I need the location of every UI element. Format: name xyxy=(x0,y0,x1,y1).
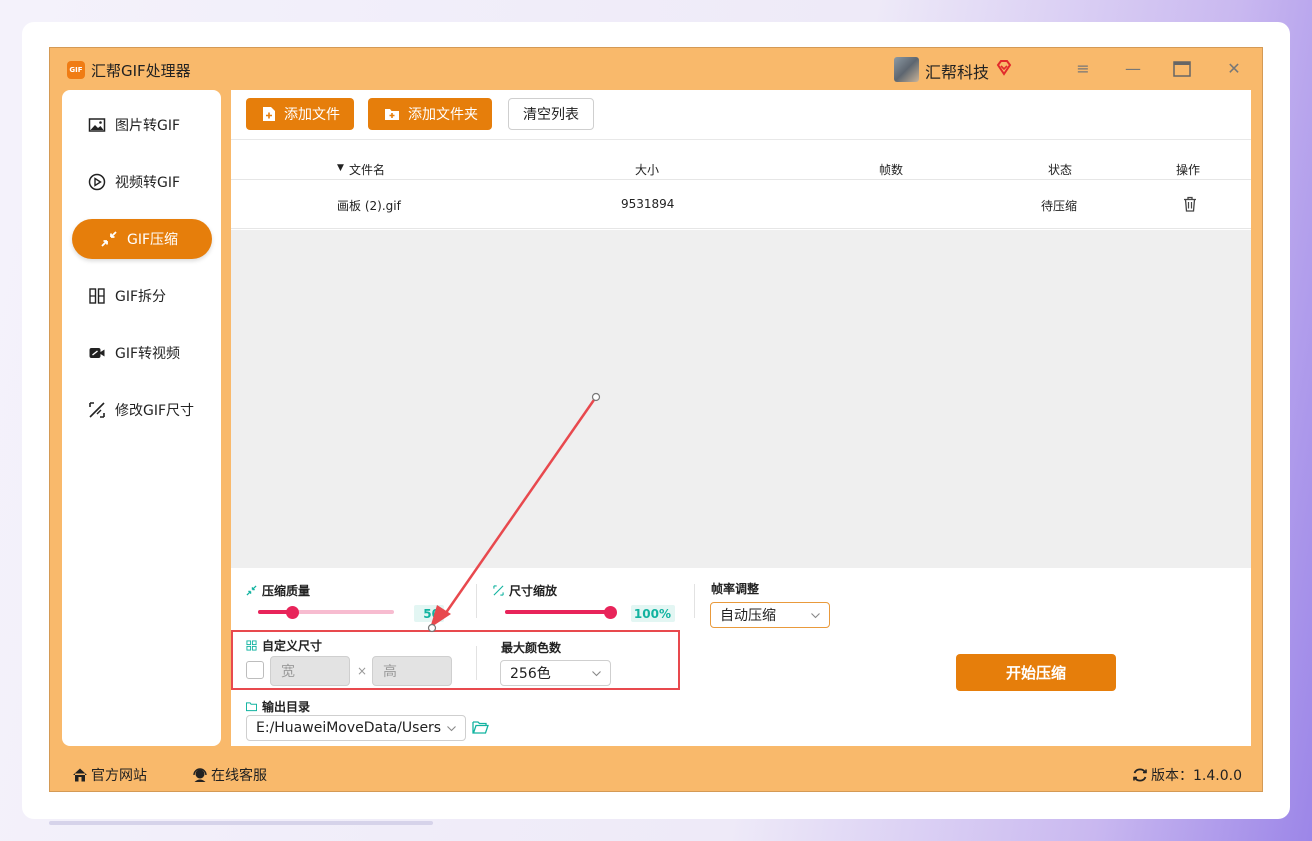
quality-value: 50 xyxy=(414,605,444,622)
framerate-selected: 自动压缩 xyxy=(720,608,776,624)
output-path-select[interactable]: E:/HuaweiMoveData/Users xyxy=(246,715,466,741)
trash-icon[interactable] xyxy=(1183,196,1197,212)
folder-open-icon[interactable] xyxy=(472,720,489,734)
scale-label: 尺寸缩放 xyxy=(493,582,557,599)
chevron-down-icon xyxy=(811,613,820,619)
official-website-link[interactable]: 官方网站 xyxy=(72,765,147,785)
split-icon xyxy=(89,288,105,304)
column-header-filename[interactable]: 文件名 xyxy=(349,161,385,178)
resize-icon xyxy=(89,402,105,418)
support-label: 在线客服 xyxy=(211,768,267,784)
add-file-icon xyxy=(263,107,275,121)
sidebar-item-label: 图片转GIF xyxy=(115,118,181,134)
app-title: 汇帮GIF处理器 xyxy=(91,62,191,80)
file-list-empty-area xyxy=(231,230,1251,568)
add-folder-button[interactable]: 添加文件夹 xyxy=(368,98,492,130)
title-bar: GIF 汇帮GIF处理器 汇帮科技 ≡ — ✕ xyxy=(50,48,1262,90)
column-header-frames[interactable]: 帧数 xyxy=(879,161,903,178)
table-header: ▼ 文件名 大小 帧数 状态 操作 xyxy=(231,158,1251,180)
framerate-label: 帧率调整 xyxy=(711,582,760,596)
scale-label-text: 尺寸缩放 xyxy=(509,584,558,598)
sidebar-item-image-to-gif[interactable]: 图片转GIF xyxy=(72,105,212,145)
vip-diamond-icon[interactable] xyxy=(994,58,1014,78)
status-bar: 官方网站 在线客服 版本：1.4.0.0 xyxy=(50,753,1262,793)
sidebar-item-gif-split[interactable]: GIF拆分 xyxy=(72,276,212,316)
column-header-actions: 操作 xyxy=(1176,163,1201,177)
cell-filename: 画板 (2).gif xyxy=(337,199,401,213)
sidebar: 图片转GIF 视频转GIF GIF压缩 GIF拆分 GIF转视频 修改GIF尺寸 xyxy=(62,90,221,746)
add-folder-label: 添加文件夹 xyxy=(408,107,478,123)
version-info[interactable]: 版本：1.4.0.0 xyxy=(1132,765,1242,785)
scale-slider[interactable] xyxy=(505,610,610,614)
app-window: GIF 汇帮GIF处理器 汇帮科技 ≡ — ✕ 图片转GIF 视频转GIF GI… xyxy=(49,47,1263,792)
online-support-link[interactable]: 在线客服 xyxy=(192,765,267,785)
scale-value: 100% xyxy=(631,605,675,622)
sort-desc-icon[interactable]: ▼ xyxy=(337,163,344,173)
divider xyxy=(476,584,477,618)
table-row[interactable]: 画板 (2).gif 9531894 待压缩 xyxy=(231,181,1251,229)
quality-label-text: 压缩质量 xyxy=(262,584,311,598)
quality-slider-thumb[interactable] xyxy=(285,606,299,619)
add-file-button[interactable]: 添加文件 xyxy=(246,98,354,130)
column-header-status[interactable]: 状态 xyxy=(1048,161,1072,178)
toolbar: 添加文件 添加文件夹 清空列表 xyxy=(231,90,1251,140)
add-folder-icon xyxy=(385,109,399,120)
scale-slider-thumb[interactable] xyxy=(603,606,617,619)
avatar[interactable] xyxy=(894,57,919,82)
sidebar-item-label: 视频转GIF xyxy=(115,175,181,191)
clear-list-button[interactable]: 清空列表 xyxy=(508,98,594,130)
website-label: 官方网站 xyxy=(91,768,147,784)
sidebar-item-label: GIF拆分 xyxy=(115,289,167,305)
divider xyxy=(694,584,695,618)
sidebar-item-gif-to-video[interactable]: GIF转视频 xyxy=(72,333,212,373)
image-icon xyxy=(88,118,106,132)
quality-slider[interactable] xyxy=(258,610,394,614)
column-header-size[interactable]: 大小 xyxy=(635,161,659,178)
folder-small-icon xyxy=(246,702,257,712)
cell-size: 9531894 xyxy=(621,197,675,211)
output-label: 输出目录 xyxy=(246,698,310,715)
user-name[interactable]: 汇帮科技 xyxy=(925,59,989,83)
app-logo-icon: GIF xyxy=(67,61,85,79)
sidebar-item-gif-compress[interactable]: GIF压缩 xyxy=(72,219,212,259)
home-icon xyxy=(73,768,87,782)
add-file-label: 添加文件 xyxy=(284,107,340,123)
play-icon xyxy=(88,173,106,191)
framerate-select[interactable]: 自动压缩 xyxy=(710,602,830,628)
sidebar-item-label: GIF压缩 xyxy=(127,232,179,248)
compress-small-icon xyxy=(246,585,257,596)
output-path-value: E:/HuaweiMoveData/Users xyxy=(256,720,442,736)
compress-icon xyxy=(101,231,117,247)
annotation-highlight-box xyxy=(231,630,680,690)
support-icon xyxy=(193,768,207,782)
version-label: 版本：1.4.0.0 xyxy=(1151,768,1242,784)
start-compress-button[interactable]: 开始压缩 xyxy=(956,654,1116,691)
sidebar-item-label: 修改GIF尺寸 xyxy=(115,403,195,419)
close-icon[interactable]: ✕ xyxy=(1223,58,1245,80)
quality-label: 压缩质量 xyxy=(246,582,310,599)
chevron-down-icon xyxy=(447,726,456,732)
refresh-icon xyxy=(1133,768,1147,782)
sidebar-item-resize-gif[interactable]: 修改GIF尺寸 xyxy=(72,390,212,430)
video-icon xyxy=(89,348,105,358)
cell-status: 待压缩 xyxy=(1041,199,1078,213)
minimize-icon[interactable]: — xyxy=(1122,58,1144,80)
decorative-bar xyxy=(49,821,433,825)
menu-icon[interactable]: ≡ xyxy=(1072,58,1094,80)
sidebar-item-video-to-gif[interactable]: 视频转GIF xyxy=(72,162,212,202)
scale-slider-fill xyxy=(505,610,610,614)
resize-small-icon xyxy=(493,585,504,596)
output-label-text: 输出目录 xyxy=(262,700,311,714)
maximize-icon[interactable] xyxy=(1173,61,1191,77)
sidebar-item-label: GIF转视频 xyxy=(115,346,181,362)
